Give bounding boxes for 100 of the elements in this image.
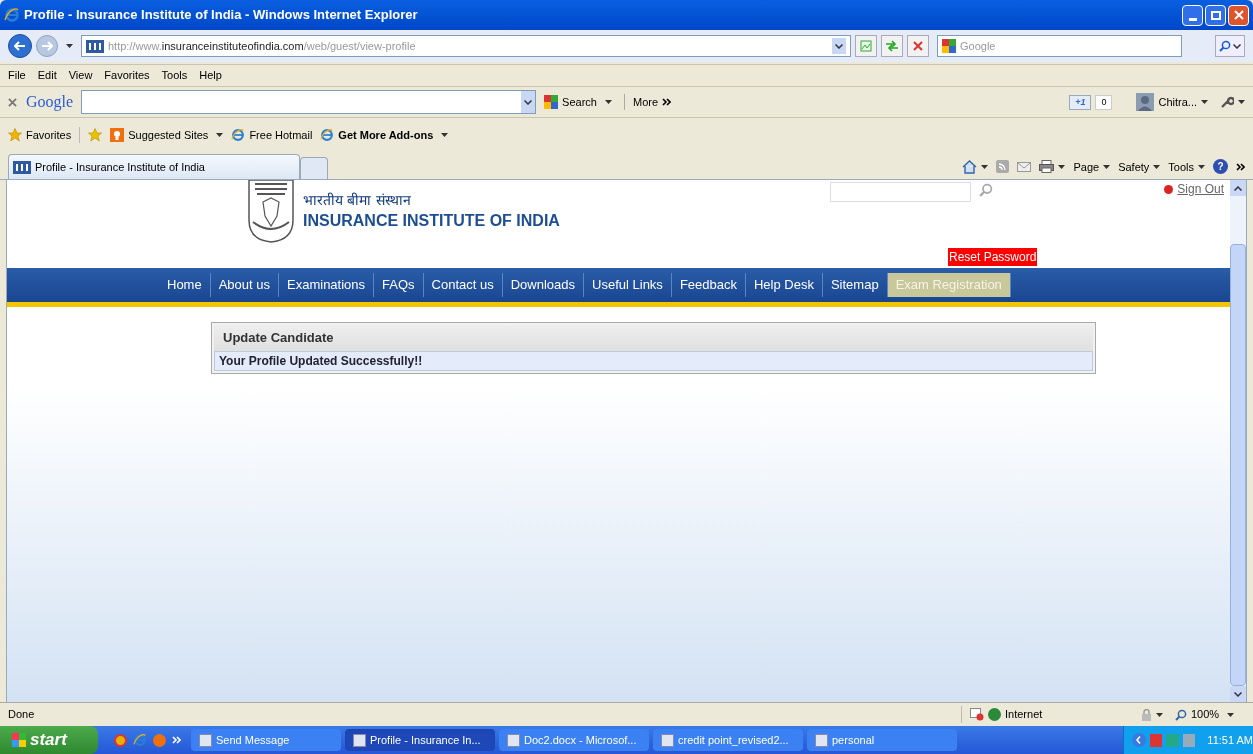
caret-icon (441, 133, 449, 137)
caret-icon (1198, 164, 1205, 169)
double-chevron-icon (662, 98, 672, 106)
search-button[interactable] (1215, 35, 1245, 57)
start-button[interactable]: start (0, 726, 98, 754)
zone-text: Internet (1005, 707, 1044, 723)
envelope-icon (1017, 161, 1032, 172)
back-button[interactable] (8, 34, 32, 58)
address-field[interactable]: http://www.insuranceinstituteofindia.com/web/guest/view-profile (81, 35, 851, 57)
wrench-button[interactable] (1220, 95, 1245, 109)
favorites-button[interactable]: Favorites (8, 126, 81, 144)
google-search-button[interactable]: Search (544, 93, 612, 111)
google-search-field[interactable] (81, 90, 537, 114)
stop-button[interactable] (907, 35, 929, 57)
feed-icon (996, 160, 1010, 174)
new-tab-button[interactable] (300, 157, 328, 179)
favorites-link[interactable]: Suggested Sites (110, 126, 224, 144)
panel-header: Update Candidate (214, 325, 1093, 351)
user-menu[interactable]: Chitra... (1158, 93, 1208, 111)
windows-logo-icon (12, 733, 26, 747)
app-icon (661, 733, 674, 747)
taskbar-button[interactable]: Doc2.docx - Microsof... (499, 729, 649, 751)
command-menu[interactable]: Safety (1118, 158, 1161, 175)
nav-link[interactable]: Feedback (671, 273, 746, 297)
menu-item[interactable]: Favorites (104, 67, 150, 84)
nav-link[interactable]: Downloads (502, 273, 585, 297)
browser-tab[interactable]: Profile - Insurance Institute of India (8, 154, 300, 179)
command-menu[interactable]: Page (1073, 158, 1111, 175)
site-search-field[interactable] (830, 182, 971, 202)
site-favicon-icon (13, 160, 31, 174)
taskbar-button[interactable]: Profile - Insurance In... (345, 729, 495, 751)
app-icon (199, 733, 212, 747)
nav-link[interactable]: Contact us (423, 273, 503, 297)
taskbar-button[interactable]: credit point_revised2... (653, 729, 803, 751)
more-commands-button[interactable] (1236, 162, 1245, 171)
help-button[interactable]: ? (1213, 159, 1228, 175)
refresh-button[interactable] (881, 35, 903, 57)
nav-link[interactable]: Sitemap (822, 273, 888, 297)
maximize-button[interactable] (1205, 4, 1226, 26)
nav-link[interactable]: About us (210, 273, 279, 297)
reset-password-link[interactable]: Reset Password (948, 248, 1038, 266)
nav-link[interactable]: Help Desk (745, 273, 823, 297)
up-chevron-icon (1234, 185, 1242, 191)
caret-icon (216, 133, 224, 137)
clock: 11:51 AM (1207, 732, 1253, 748)
nav-link[interactable]: Home (159, 273, 211, 297)
plus-one-count: 0 (1095, 94, 1113, 110)
site-search-button[interactable] (979, 183, 993, 197)
menu-item[interactable]: Edit (37, 67, 57, 84)
scroll-down-button[interactable] (1230, 686, 1246, 702)
google-logo: Google (26, 92, 74, 113)
close-button[interactable] (1228, 4, 1249, 26)
caret-icon (1058, 164, 1066, 169)
nav-link[interactable]: Examinations (279, 273, 375, 297)
left-chevron-icon (1136, 736, 1142, 744)
protected-mode-button[interactable] (1141, 708, 1163, 721)
plus-one-button[interactable]: +1 (1069, 94, 1092, 110)
app-icon (353, 733, 366, 747)
show-hidden-icons-button[interactable] (1132, 733, 1146, 747)
e-logo-icon (320, 128, 335, 142)
favorites-link[interactable]: Free Hotmail (231, 126, 313, 144)
caret-icon (981, 164, 989, 169)
e-logo-icon (133, 733, 147, 747)
menu-item[interactable]: File (8, 67, 26, 84)
minimize-button[interactable] (1182, 4, 1203, 26)
menu-item[interactable]: Tools (161, 67, 188, 84)
institute-name: INSURANCE INSTITUTE OF INDIA (303, 211, 560, 231)
more-launchers-button[interactable] (172, 736, 181, 744)
google-logo-icon (544, 95, 559, 109)
favorites-link[interactable]: Get More Add-ons (320, 126, 449, 144)
right-arrow-icon (41, 41, 53, 51)
zoom-button[interactable]: 100% (1175, 706, 1245, 723)
scroll-up-button[interactable] (1230, 180, 1246, 196)
taskbar-button[interactable]: personal (807, 729, 957, 751)
refresh-icon (885, 40, 899, 52)
double-chevron-icon (1236, 162, 1245, 171)
nav-link[interactable]: Useful Links (584, 273, 672, 297)
nav-link[interactable]: FAQs (374, 273, 424, 297)
print-button[interactable] (1039, 160, 1066, 174)
home-button[interactable] (962, 159, 989, 174)
more-button[interactable]: More (623, 93, 672, 111)
command-menu[interactable]: Tools (1168, 158, 1205, 175)
compatibility-view-button[interactable] (855, 35, 877, 57)
globe-icon (988, 708, 1001, 721)
menu-item[interactable]: View (68, 67, 93, 84)
lock-icon (1141, 708, 1152, 721)
sign-out-icon (1164, 184, 1174, 194)
user-silhouette-icon (1136, 93, 1155, 111)
taskbar-button[interactable]: Send Message (191, 729, 341, 751)
magnifier-icon (1175, 708, 1187, 721)
mail-button[interactable] (1017, 161, 1032, 172)
caret-icon (1227, 712, 1235, 717)
menu-item[interactable]: Help (199, 67, 222, 84)
caret-icon (1156, 712, 1163, 717)
sign-out-link[interactable]: Sign Out (1164, 180, 1224, 198)
dropdown-icon (524, 99, 533, 105)
window-title: Profile - Insurance Institute of India - Windows Internet Explorer (24, 6, 418, 25)
scrollbar-thumb[interactable] (1230, 244, 1246, 686)
caret-icon (66, 44, 73, 48)
feeds-button[interactable] (996, 160, 1010, 174)
